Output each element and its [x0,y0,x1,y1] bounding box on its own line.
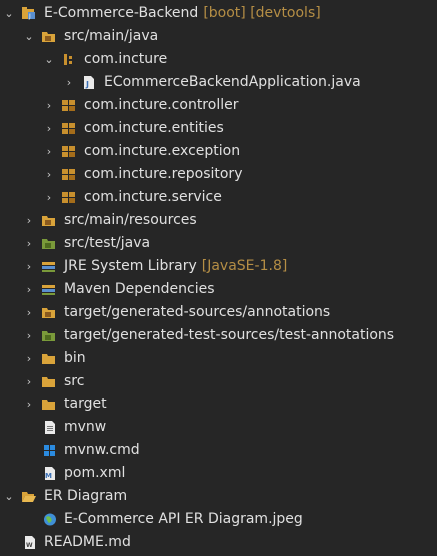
tree-item-package[interactable]: › com.incture.controller [0,94,437,117]
tree-item-mvnw-cmd[interactable]: mvnw.cmd [0,439,437,462]
er-image-label: E-Commerce API ER Diagram.jpeg [64,511,303,527]
tree-item-er-diagram[interactable]: ⌄ ER Diagram [0,485,437,508]
package-icon [62,99,76,112]
tree-item-src-main-java[interactable]: ⌄ src/main/java [0,25,437,48]
src-main-java-label: src/main/java [64,28,159,44]
chevron-right-icon[interactable]: › [23,232,35,255]
readme-label: README.md [44,534,131,550]
tree-item-generated-test-sources[interactable]: › target/generated-test-sources/test-ann… [0,324,437,347]
chevron-down-icon[interactable]: ⌄ [3,2,15,25]
tree-item-package[interactable]: › com.incture.exception [0,140,437,163]
chevron-right-icon[interactable]: › [43,117,55,140]
chevron-right-icon[interactable]: › [23,301,35,324]
target-label: target [64,396,107,412]
test-source-folder-icon [42,237,56,250]
jre-decoration: [JavaSE-1.8] [201,258,288,274]
tree-item-readme[interactable]: W README.md [0,531,437,554]
main-class-label: ECommerceBackendApplication.java [104,74,361,90]
package-label: com.incture.repository [84,166,243,182]
maven-pom-icon: M [43,467,57,480]
chevron-right-icon[interactable]: › [23,370,35,393]
chevron-right-icon[interactable]: › [43,163,55,186]
tree-item-src-main-resources[interactable]: › src/main/resources [0,209,437,232]
package-root-label: com.incture [84,51,168,67]
svg-text:M: M [45,472,52,480]
chevron-right-icon[interactable]: › [23,278,35,301]
tree-item-mvnw[interactable]: mvnw [0,416,437,439]
svg-text:J: J [28,13,31,20]
src-main-resources-label: src/main/resources [64,212,197,228]
mvnw-label: mvnw [64,419,107,435]
tree-item-bin[interactable]: › bin [0,347,437,370]
tree-item-package-root[interactable]: ⌄ com.incture [0,48,437,71]
library-icon [42,283,56,296]
chevron-right-icon[interactable]: › [23,255,35,278]
src-test-java-label: src/test/java [64,235,151,251]
project-label: E-Commerce-Backend [44,5,199,21]
chevron-down-icon[interactable]: ⌄ [43,48,55,71]
folder-icon [42,398,56,411]
maven-label: Maven Dependencies [64,281,215,297]
windows-file-icon [43,444,57,457]
package-label: com.incture.exception [84,143,241,159]
tree-item-maven-dependencies[interactable]: › Maven Dependencies [0,278,437,301]
chevron-right-icon[interactable]: › [43,94,55,117]
chevron-right-icon[interactable]: › [23,209,35,232]
tree-item-main-class[interactable]: › J ECommerceBackendApplication.java [0,71,437,94]
mvnw-cmd-label: mvnw.cmd [64,442,140,458]
chevron-right-icon[interactable]: › [23,324,35,347]
project-decoration: [boot] [devtools] [203,5,321,21]
package-label: com.incture.entities [84,120,224,136]
chevron-right-icon[interactable]: › [23,393,35,416]
java-file-icon: J [82,76,96,89]
chevron-right-icon[interactable]: › [43,186,55,209]
chevron-right-icon[interactable]: › [43,140,55,163]
test-source-folder-icon [42,329,56,342]
package-label: com.incture.controller [84,97,239,113]
tree-item-jre-library[interactable]: › JRE System Library [JavaSE-1.8] [0,255,437,278]
source-folder-icon [42,30,56,43]
src-label: src [64,373,85,389]
package-icon [62,145,76,158]
tree-item-src[interactable]: › src [0,370,437,393]
tree-item-er-image[interactable]: E-Commerce API ER Diagram.jpeg [0,508,437,531]
tree-item-generated-sources[interactable]: › target/generated-sources/annotations [0,301,437,324]
tree-item-package[interactable]: › com.incture.repository [0,163,437,186]
tree-item-pom[interactable]: M pom.xml [0,462,437,485]
source-folder-icon [42,306,56,319]
generated-sources-label: target/generated-sources/annotations [64,304,331,320]
tree-item-package[interactable]: › com.incture.entities [0,117,437,140]
tree-item-project[interactable]: ⌄ J E-Commerce-Backend [boot] [devtools] [0,2,437,25]
tree-item-package[interactable]: › com.incture.service [0,186,437,209]
folder-icon [42,352,56,365]
globe-image-icon [43,513,57,526]
chevron-right-icon[interactable]: › [23,347,35,370]
source-folder-icon [42,214,56,227]
chevron-right-icon[interactable]: › [63,71,75,94]
markdown-file-icon: W [23,536,37,549]
package-explorer-tree: ⌄ J E-Commerce-Backend [boot] [devtools] … [0,0,437,556]
library-icon [42,260,56,273]
chevron-down-icon[interactable]: ⌄ [3,485,15,508]
open-folder-icon [22,490,36,503]
er-diagram-label: ER Diagram [44,488,128,504]
package-icon [62,191,76,204]
generated-test-sources-label: target/generated-test-sources/test-annot… [64,327,395,343]
tree-item-target[interactable]: › target [0,393,437,416]
package-label: com.incture.service [84,189,222,205]
chevron-down-icon[interactable]: ⌄ [23,25,35,48]
package-icon [62,122,76,135]
pom-label: pom.xml [64,465,126,481]
package-icon [62,168,76,181]
svg-text:W: W [26,542,33,549]
bin-label: bin [64,350,86,366]
jre-label: JRE System Library [64,258,197,274]
svg-text:J: J [85,80,89,89]
folder-icon [42,375,56,388]
package-icon [62,53,76,66]
tree-item-src-test-java[interactable]: › src/test/java [0,232,437,255]
java-project-icon: J [22,7,36,20]
text-file-icon [43,421,57,434]
